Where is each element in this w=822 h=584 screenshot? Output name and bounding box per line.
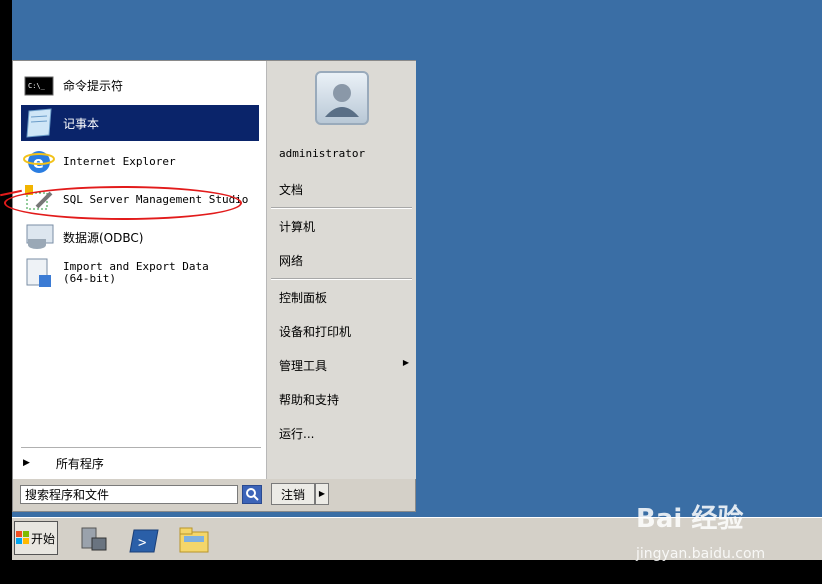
shutdown-options-button[interactable]: ▶ [315,483,329,505]
right-item-computer[interactable]: 计算机 [279,218,315,235]
ie-icon: e [23,145,55,177]
cmd-icon: C:\_ [23,69,55,101]
right-item-admin-tools[interactable]: 管理工具 ▶ [279,357,409,374]
notepad-icon [23,107,55,139]
odbc-icon [23,221,55,253]
windows-logo-icon [16,531,29,544]
programs-separator [21,447,261,448]
watermark-url: jingyan.baidu.com [636,546,766,562]
right-item-help[interactable]: 帮助和支持 [279,391,339,408]
user-avatar[interactable] [315,71,369,125]
right-item-devices-printers[interactable]: 设备和打印机 [279,323,351,340]
right-separator-1 [271,207,412,208]
arrow-right-icon: ▶ [23,458,30,468]
start-menu-programs-pane: C:\_ 命令提示符 记事本 e Internet Explorer SQL S… [13,61,267,479]
annotation-circle [4,186,242,220]
powershell-taskbar-button[interactable]: > [128,524,160,556]
server-manager-icon [81,527,107,551]
logoff-button[interactable]: 注销 [271,483,315,505]
right-separator-2 [271,278,412,279]
menu-item-import-export[interactable]: Import and Export Data (64-bit) [21,257,259,297]
right-item-run[interactable]: 运行... [279,425,314,442]
user-icon [325,84,359,117]
right-item-documents[interactable]: 文档 [279,181,303,198]
menu-item-ie[interactable]: e Internet Explorer [21,143,259,179]
watermark-brand: Bai 经验 [636,504,744,534]
start-menu-bottom-bar: 搜索程序和文件 注销 ▶ [13,479,415,511]
left-black-border [0,0,12,584]
search-icon [246,488,259,501]
start-menu: C:\_ 命令提示符 记事本 e Internet Explorer SQL S… [12,60,416,512]
menu-item-notepad[interactable]: 记事本 [21,105,259,141]
search-button[interactable] [242,485,262,504]
start-menu-places-pane: administrator 文档 计算机 网络 控制面板 设备和打印机 管理工具… [267,61,416,479]
submenu-arrow-icon: ▶ [402,358,409,367]
svg-text:C:\_: C:\_ [28,82,46,90]
import-export-icon [23,257,55,289]
start-button[interactable]: 开始 [14,521,58,555]
right-item-network[interactable]: 网络 [279,252,303,269]
user-name-link[interactable]: administrator [279,147,365,160]
right-item-control-panel[interactable]: 控制面板 [279,289,327,306]
arrow-right-icon: ▶ [318,489,326,498]
svg-text:>: > [138,535,146,551]
server-manager-taskbar-button[interactable] [78,524,110,556]
menu-item-odbc[interactable]: 数据源(ODBC) [21,219,259,255]
svg-text:e: e [33,153,44,172]
powershell-icon: > [129,529,159,553]
menu-item-cmd[interactable]: C:\_ 命令提示符 [21,67,259,103]
folder-icon [179,527,209,553]
all-programs-button[interactable]: ▶ 所有程序 [21,451,259,475]
explorer-taskbar-button[interactable] [178,524,210,556]
search-input[interactable]: 搜索程序和文件 [20,485,238,504]
